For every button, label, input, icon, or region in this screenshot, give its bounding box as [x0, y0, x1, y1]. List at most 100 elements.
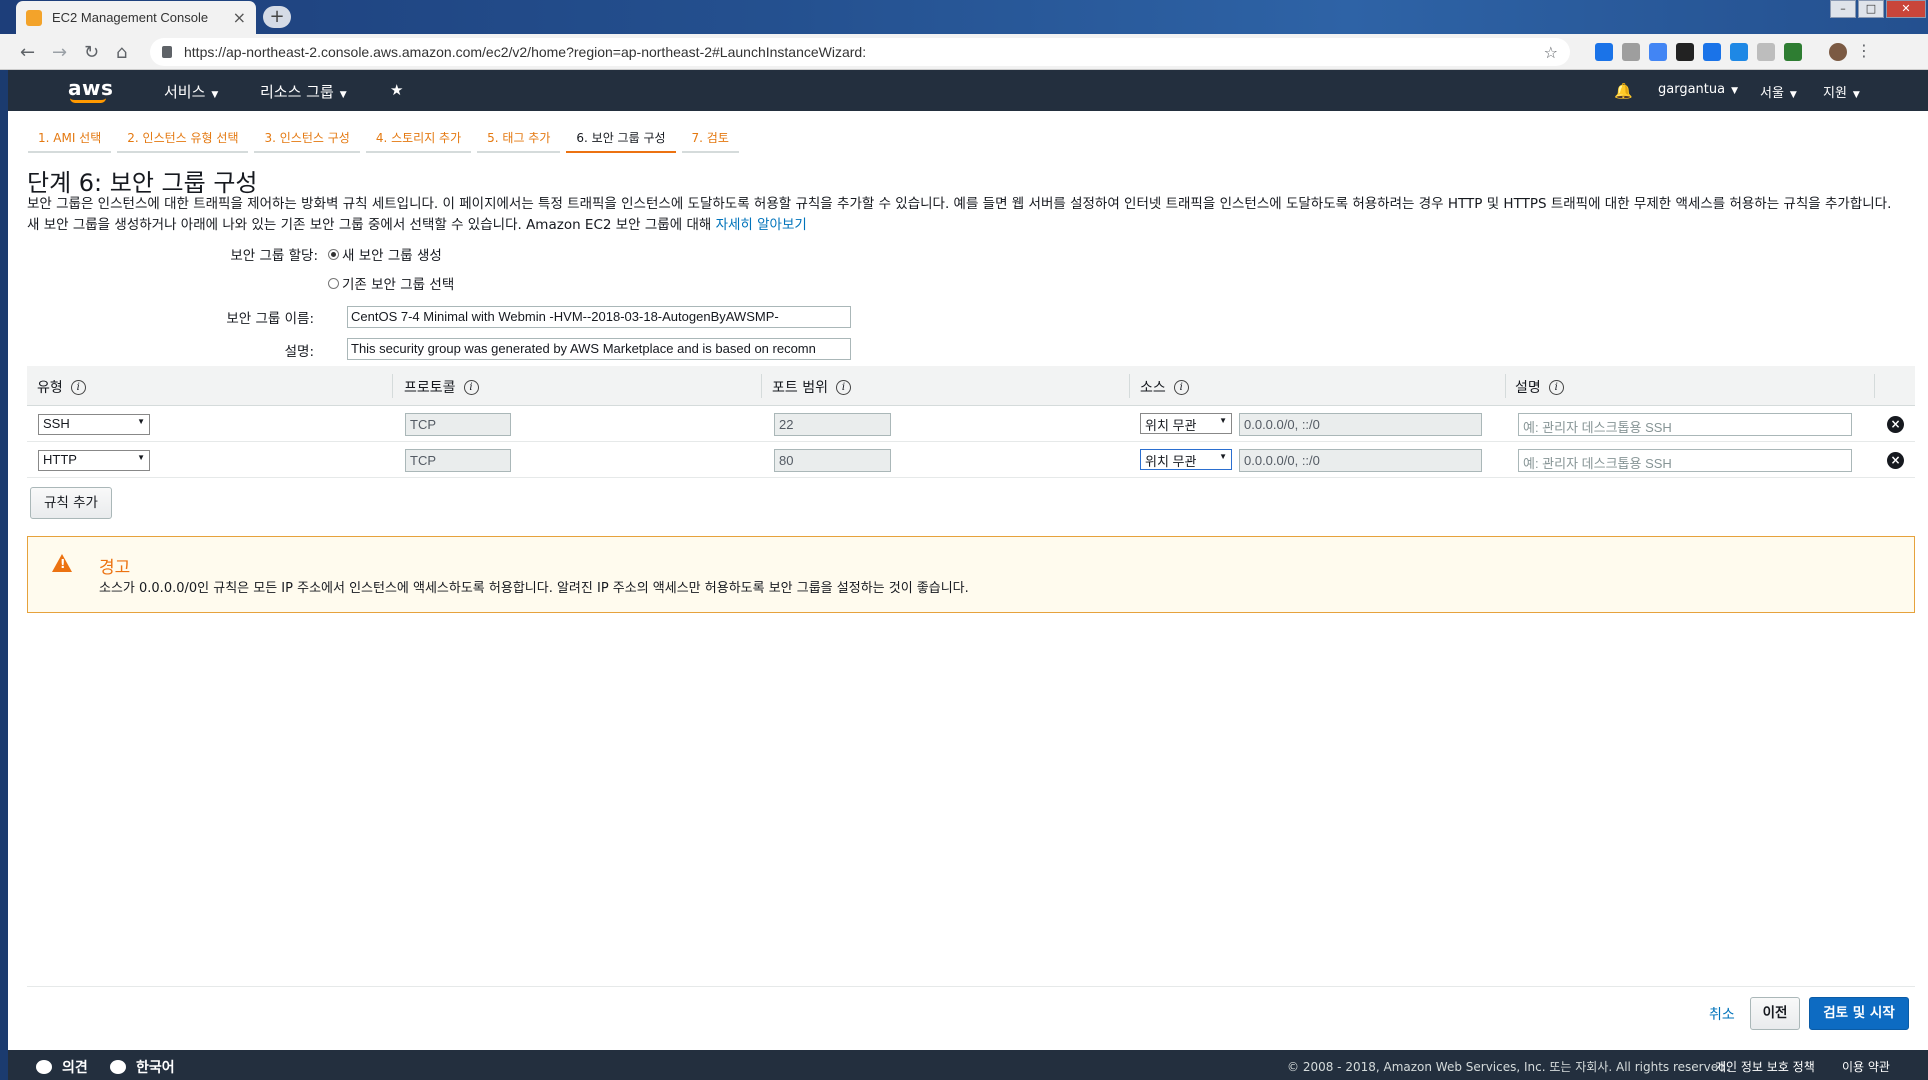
column-divider [1874, 374, 1875, 398]
pin-icon[interactable]: ★ [390, 81, 403, 99]
home-icon[interactable]: ⌂ [116, 42, 127, 63]
divider [27, 986, 1915, 987]
step-instance-type[interactable]: 2. 인스턴스 유형 선택 [117, 123, 249, 153]
group-name-input[interactable]: CentOS 7-4 Minimal with Webmin -HVM--201… [347, 306, 851, 328]
window-close-icon[interactable]: ✕ [1886, 0, 1926, 18]
rule-description-input[interactable]: 예: 관리자 데스크톱용 SSH [1518, 413, 1852, 436]
info-icon[interactable]: i [835, 379, 851, 395]
step-add-storage[interactable]: 4. 스토리지 추가 [365, 123, 472, 153]
resource-groups-menu[interactable]: 리소스 그룹 ▼ [260, 81, 347, 102]
tab-title: EC2 Management Console [52, 10, 209, 25]
services-menu[interactable]: 서비스 ▼ [164, 81, 218, 102]
type-select[interactable]: HTTP ▼ [38, 450, 150, 471]
browser-tab[interactable]: EC2 Management Console × [16, 1, 256, 34]
source-type-select[interactable]: 위치 무관 ▼ [1140, 413, 1232, 434]
col-port: 포트 범위 i [772, 377, 851, 397]
globe-icon [110, 1060, 126, 1074]
step-configure-instance[interactable]: 3. 인스턴스 구성 [254, 123, 360, 153]
radio-existing-group[interactable]: 기존 보안 그룹 선택 [328, 273, 454, 293]
previous-button[interactable]: 이전 [1750, 997, 1800, 1030]
page-title: 단계 6: 보안 그룹 구성 [27, 169, 258, 197]
back-icon[interactable]: ← [20, 42, 35, 63]
type-value: SSH [43, 416, 70, 431]
privacy-link[interactable]: 개인 정보 보호 정책 [1715, 1058, 1815, 1075]
aws-top-nav: aws 서비스 ▼ 리소스 그룹 ▼ ★ 🔔 gargantua ▼ 서울 ▼ 지원 ▼ [8, 70, 1928, 111]
source-type-select[interactable]: 위치 무관 ▼ [1140, 449, 1232, 470]
radio-existing-label: 기존 보안 그룹 선택 [342, 277, 455, 293]
region-menu[interactable]: 서울 ▼ [1760, 82, 1797, 101]
table-header: 유형 i 프로토콜 i 포트 범위 i 소스 i 설명 i [27, 366, 1915, 406]
forward-icon[interactable]: → [52, 42, 67, 63]
info-icon[interactable]: i [463, 379, 479, 395]
feedback-button[interactable]: 의견 [36, 1057, 88, 1077]
review-and-launch-button[interactable]: 검토 및 시작 [1809, 997, 1909, 1030]
step-add-tags[interactable]: 5. 태그 추가 [477, 123, 561, 153]
extension-icon[interactable] [1649, 43, 1667, 61]
aws-logo[interactable]: aws [68, 76, 113, 100]
browser-menu-icon[interactable]: ⋮ [1856, 43, 1872, 61]
info-icon[interactable]: i [70, 379, 86, 395]
terms-link[interactable]: 이용 약관 [1842, 1058, 1890, 1075]
reload-icon[interactable]: ↻ [84, 42, 99, 63]
remove-rule-icon[interactable]: × [1887, 416, 1904, 433]
table-row: SSH ▼ TCP 22 위치 무관 ▼ 0.0.0.0/0, ::/0 예: 관리… [27, 406, 1915, 442]
minimize-icon[interactable]: – [1830, 0, 1856, 18]
type-select[interactable]: SSH ▼ [38, 414, 150, 435]
url-text: https://ap-northeast-2.console.aws.amazo… [184, 44, 867, 60]
extension-icons: ⋮ [1595, 43, 1872, 61]
dropdown-arrow-icon: ▼ [137, 417, 145, 426]
maximize-icon[interactable]: □ [1858, 0, 1884, 18]
info-icon[interactable]: i [1548, 379, 1564, 395]
support-menu[interactable]: 지원 ▼ [1823, 82, 1860, 101]
column-divider [1505, 374, 1506, 398]
address-bar: ← → ↻ ⌂ https://ap-northeast-2.console.a… [0, 34, 1928, 70]
add-rule-button[interactable]: 규칙 추가 [30, 487, 112, 519]
group-desc-input[interactable]: This security group was generated by AWS… [347, 338, 851, 360]
extension-icon[interactable] [1784, 43, 1802, 61]
services-label: 서비스 [164, 83, 206, 101]
new-tab-button[interactable]: + [263, 6, 291, 28]
col-port-label: 포트 범위 [772, 380, 828, 396]
warning-box: ! 경고 소스가 0.0.0.0/0인 규칙은 모든 IP 주소에서 인스턴스에… [27, 536, 1915, 613]
profile-avatar[interactable] [1829, 43, 1847, 61]
extension-icon[interactable] [1757, 43, 1775, 61]
col-description: 설명 i [1515, 377, 1564, 397]
step-review[interactable]: 7. 검토 [681, 123, 739, 153]
rule-description-input[interactable]: 예: 관리자 데스크톱용 SSH [1518, 449, 1852, 472]
cancel-link[interactable]: 취소 [1709, 1004, 1735, 1024]
source-type-value: 위치 무관 [1145, 454, 1197, 469]
warning-icon-glyph: ! [60, 557, 66, 571]
source-cidr-input[interactable]: 0.0.0.0/0, ::/0 [1239, 449, 1482, 472]
col-source-label: 소스 [1140, 380, 1166, 396]
tab-close-icon[interactable]: × [233, 8, 246, 27]
browser-tab-bar: EC2 Management Console × + – □ ✕ [0, 0, 1928, 34]
warning-text: 소스가 0.0.0.0/0인 규칙은 모든 IP 주소에서 인스턴스에 액세스하… [99, 581, 969, 596]
col-protocol: 프로토콜 i [404, 377, 479, 397]
remove-rule-icon[interactable]: × [1887, 452, 1904, 469]
source-cidr-input[interactable]: 0.0.0.0/0, ::/0 [1239, 413, 1482, 436]
copyright-text: © 2008 - 2018, Amazon Web Services, Inc.… [1287, 1060, 1730, 1074]
step-ami[interactable]: 1. AMI 선택 [28, 123, 112, 153]
chevron-down-icon: ▼ [1731, 86, 1739, 96]
learn-more-link[interactable]: 자세히 알아보기 [716, 217, 807, 233]
extension-icon[interactable] [1676, 43, 1694, 61]
radio-new-group[interactable]: 새 보안 그룹 생성 [328, 244, 442, 264]
bookmark-star-icon[interactable]: ☆ [1544, 43, 1558, 62]
url-input[interactable]: https://ap-northeast-2.console.aws.amazo… [150, 38, 1570, 66]
speech-bubble-icon [36, 1060, 52, 1074]
chevron-down-icon: ▼ [1852, 90, 1860, 100]
region-name: 서울 [1760, 86, 1784, 101]
group-name-label: 보안 그룹 이름: [226, 311, 314, 327]
bell-icon[interactable]: 🔔 [1614, 82, 1633, 100]
step-security-group[interactable]: 6. 보안 그룹 구성 [566, 123, 676, 153]
extension-icon[interactable] [1595, 43, 1613, 61]
info-icon[interactable]: i [1173, 379, 1189, 395]
extension-icon[interactable] [1622, 43, 1640, 61]
wizard-steps: 1. AMI 선택 2. 인스턴스 유형 선택 3. 인스턴스 구성 4. 스토… [28, 123, 745, 153]
language-label: 한국어 [136, 1060, 175, 1076]
port-field: 80 [774, 449, 891, 472]
user-menu[interactable]: gargantua ▼ [1658, 82, 1738, 97]
extension-icon[interactable] [1703, 43, 1721, 61]
extension-icon[interactable] [1730, 43, 1748, 61]
language-selector[interactable]: 한국어 [110, 1057, 175, 1077]
